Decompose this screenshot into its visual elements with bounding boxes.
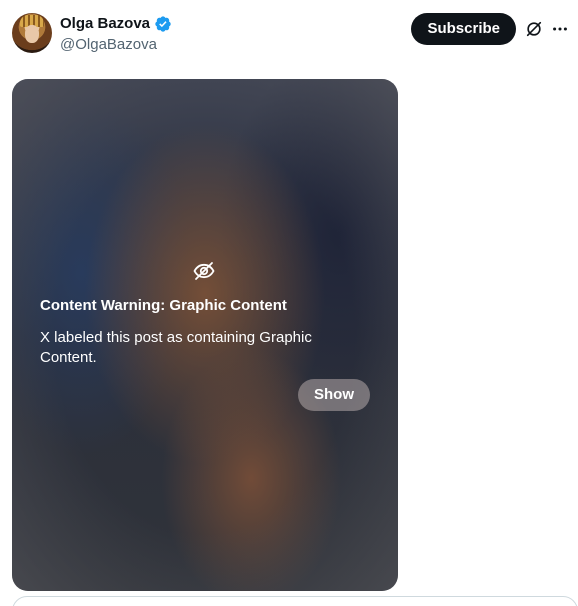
display-name-row: Olga Bazova <box>60 14 172 34</box>
author-display-name[interactable]: Olga Bazova <box>60 14 150 34</box>
post-page: Olga Bazova @OlgaBazova Subscribe Conten… <box>0 0 578 606</box>
header-actions: Subscribe <box>411 13 570 45</box>
next-card-edge <box>12 596 578 606</box>
eye-off-icon <box>192 259 216 283</box>
grok-icon[interactable] <box>524 19 544 39</box>
avatar-face <box>25 25 39 43</box>
show-media-button[interactable]: Show <box>298 379 370 411</box>
warning-description: X labeled this post as containing Graphi… <box>40 329 312 366</box>
verified-badge-icon[interactable] <box>154 15 172 33</box>
subscribe-button[interactable]: Subscribe <box>411 13 516 45</box>
warning-title: Content Warning: Graphic Content <box>40 297 287 314</box>
media-blurred-image[interactable]: Content Warning: Graphic Content X label… <box>12 79 398 591</box>
post-header: Olga Bazova @OlgaBazova Subscribe <box>12 13 570 55</box>
more-options-icon[interactable] <box>550 19 570 39</box>
author-names: Olga Bazova @OlgaBazova <box>60 14 172 55</box>
author-avatar[interactable] <box>12 13 52 53</box>
author-handle[interactable]: @OlgaBazova <box>60 35 172 55</box>
